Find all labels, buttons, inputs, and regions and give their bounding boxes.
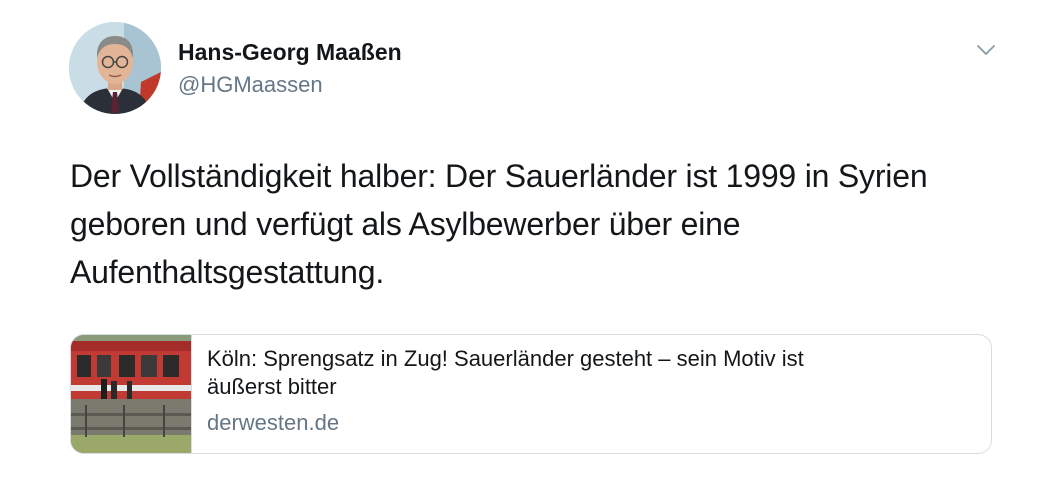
avatar[interactable] [69,22,161,114]
chevron-down-icon[interactable] [975,42,997,58]
author-info: Hans-Georg Maaßen @HGMaassen [178,38,402,99]
author-display-name[interactable]: Hans-Georg Maaßen [178,38,402,66]
card-title-line: äußerst bitter [207,374,337,399]
tweet-text-line: Aufenthaltsgestattung. [70,254,385,290]
author-handle[interactable]: @HGMaassen [178,71,402,99]
tweet: Hans-Georg Maaßen @HGMaassen Der Vollstä… [0,0,1050,489]
link-preview-card[interactable]: Köln: Sprengsatz in Zug! Sauerländer ges… [70,334,992,454]
card-title: Köln: Sprengsatz in Zug! Sauerländer ges… [207,345,967,401]
tweet-text-line: geboren und verfügt als Asylbewerber übe… [70,206,741,242]
tweet-text: Der Vollständigkeit halber: Der Sauerlän… [70,152,1020,296]
card-thumbnail-image [71,335,192,453]
card-title-line: Köln: Sprengsatz in Zug! Sauerländer ges… [207,346,804,371]
tweet-text-line: Der Vollständigkeit halber: Der Sauerlän… [70,158,928,194]
card-domain: derwesten.de [207,410,340,435]
card-body: Köln: Sprengsatz in Zug! Sauerländer ges… [207,345,967,437]
